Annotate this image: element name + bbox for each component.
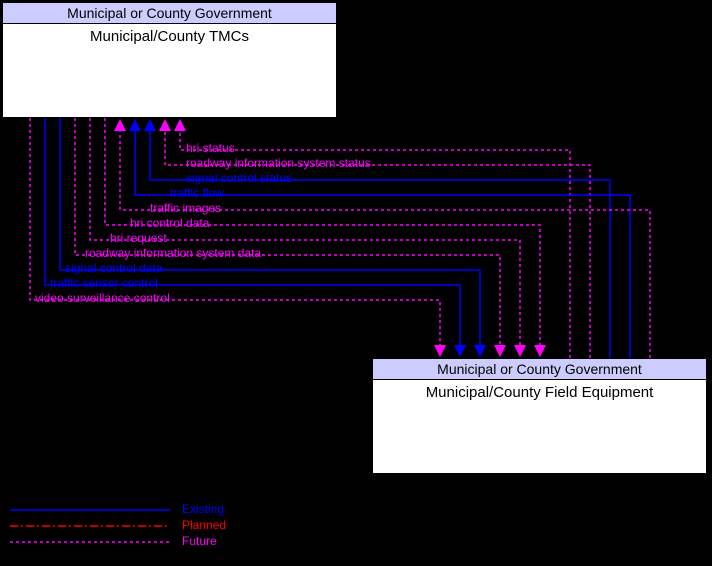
flow-hri-request: hri request xyxy=(110,231,167,245)
flow-video-surveillance-control: video surveillance control xyxy=(35,291,170,305)
legend-planned: Planned xyxy=(182,518,226,532)
flow-hri-status: hri status xyxy=(186,141,235,155)
flow-signal-control-data: signal control data xyxy=(65,261,162,275)
flow-traffic-sensor-control: traffic sensor control xyxy=(50,276,158,290)
flow-signal-control-status: signal control status xyxy=(186,171,292,185)
entity-tmc: Municipal or County Government Municipal… xyxy=(2,2,337,118)
legend-existing: Existing xyxy=(182,502,224,516)
entity-field-equipment: Municipal or County Government Municipal… xyxy=(372,358,707,474)
entity-tmc-body: Municipal/County TMCs xyxy=(3,24,336,49)
flow-hri-control-data: hri control data xyxy=(130,216,209,230)
legend: Existing Planned Future xyxy=(176,501,226,549)
flow-traffic-flow: traffic flow xyxy=(170,186,224,200)
flow-roadway-info-data: roadway information system data xyxy=(85,246,261,260)
entity-field-equipment-header: Municipal or County Government xyxy=(373,359,706,380)
flow-traffic-images: traffic images xyxy=(150,201,221,215)
entity-tmc-header: Municipal or County Government xyxy=(3,3,336,24)
entity-field-equipment-body: Municipal/County Field Equipment xyxy=(373,380,706,405)
legend-future: Future xyxy=(182,534,217,548)
flow-roadway-info-status: roadway information system status xyxy=(186,156,371,170)
